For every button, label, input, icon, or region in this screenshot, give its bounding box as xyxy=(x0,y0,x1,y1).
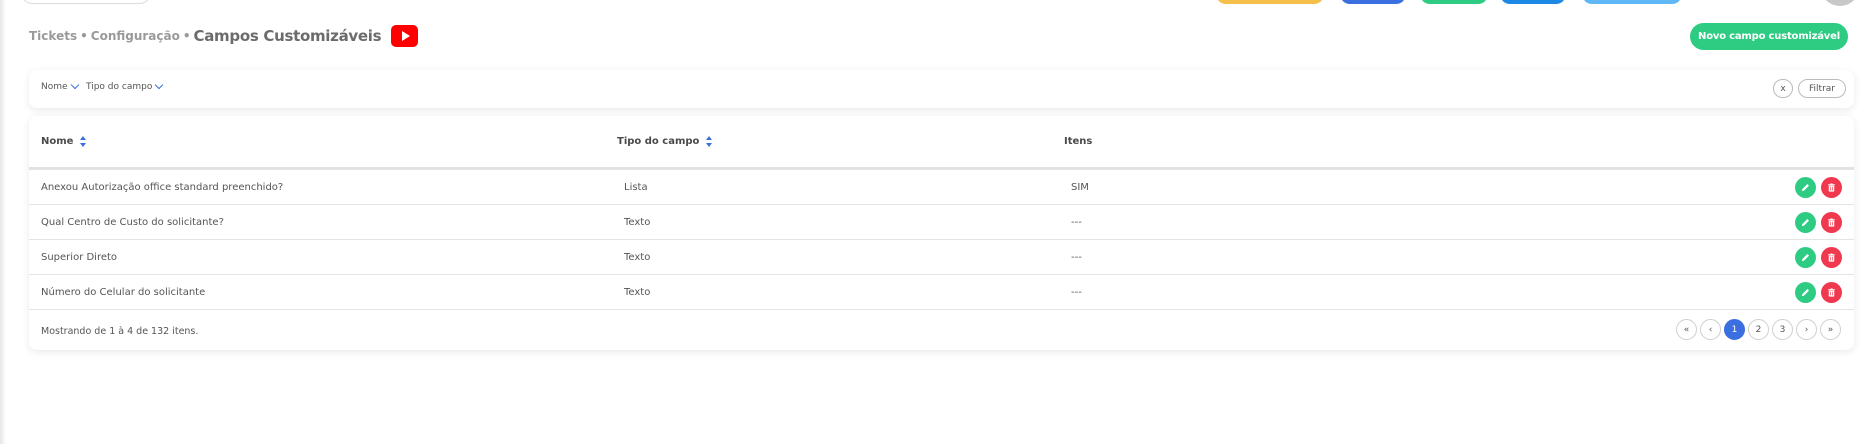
trash-icon xyxy=(1828,288,1835,297)
top-button-5[interactable] xyxy=(1582,0,1682,4)
delete-button[interactable] xyxy=(1821,177,1842,198)
pagination: « ‹ 1 2 3 › » xyxy=(1676,319,1841,340)
breadcrumb-separator: • xyxy=(80,29,88,43)
top-button-2[interactable] xyxy=(1340,0,1406,4)
pencil-icon xyxy=(1801,184,1809,192)
youtube-icon[interactable] xyxy=(391,25,419,47)
breadcrumb-configuracao[interactable]: Configuração xyxy=(91,29,180,43)
table-row: Número do Celular do solicitante Texto -… xyxy=(29,275,1854,310)
column-header-nome[interactable]: Nome xyxy=(41,136,87,147)
delete-button[interactable] xyxy=(1821,282,1842,303)
top-search-input[interactable] xyxy=(20,0,152,4)
first-page-button[interactable]: « xyxy=(1676,319,1697,340)
edit-button[interactable] xyxy=(1795,212,1816,233)
chevron-down-icon xyxy=(155,80,164,90)
breadcrumb-separator: • xyxy=(182,29,191,43)
trash-icon xyxy=(1828,218,1835,227)
edit-button[interactable] xyxy=(1795,177,1816,198)
cell-tipo: Texto xyxy=(624,217,651,228)
delete-button[interactable] xyxy=(1821,247,1842,268)
pencil-icon xyxy=(1801,289,1809,297)
column-nome-label: Nome xyxy=(41,136,74,147)
page-title: Campos Customizáveis xyxy=(193,27,382,45)
cell-itens: --- xyxy=(1071,217,1082,228)
chevron-down-icon xyxy=(70,80,79,90)
cell-tipo: Texto xyxy=(624,252,651,263)
filter-tipo-campo[interactable]: Tipo do campo xyxy=(86,80,164,92)
top-button-3[interactable] xyxy=(1420,0,1488,4)
page-button-3[interactable]: 3 xyxy=(1772,319,1793,340)
pencil-icon xyxy=(1801,219,1809,227)
column-header-itens: Itens xyxy=(1064,136,1092,147)
cell-itens: SIM xyxy=(1071,182,1089,193)
breadcrumb-tickets[interactable]: Tickets xyxy=(29,29,77,43)
next-page-button[interactable]: › xyxy=(1796,319,1817,340)
filter-nome-label: Nome xyxy=(41,82,68,92)
table-header: Nome Tipo do campo Itens xyxy=(29,116,1854,170)
avatar[interactable] xyxy=(1820,0,1860,6)
table-row: Anexou Autorização office standard preen… xyxy=(29,170,1854,205)
cell-itens: --- xyxy=(1071,287,1082,298)
prev-page-button[interactable]: ‹ xyxy=(1700,319,1721,340)
filter-nome[interactable]: Nome xyxy=(41,80,79,92)
delete-button[interactable] xyxy=(1821,212,1842,233)
breadcrumb: Tickets • Configuração • Campos Customiz… xyxy=(29,24,419,48)
cell-nome: Qual Centro de Custo do solicitante? xyxy=(41,217,224,228)
filter-tipo-label: Tipo do campo xyxy=(86,82,153,92)
column-tipo-label: Tipo do campo xyxy=(617,136,700,147)
cell-tipo: Texto xyxy=(624,287,651,298)
column-header-tipo[interactable]: Tipo do campo xyxy=(617,136,713,147)
trash-icon xyxy=(1828,253,1835,262)
edit-button[interactable] xyxy=(1795,282,1816,303)
cell-nome: Número do Celular do solicitante xyxy=(41,287,206,298)
top-button-4[interactable] xyxy=(1500,0,1566,4)
cell-itens: --- xyxy=(1071,252,1082,263)
trash-icon xyxy=(1828,183,1835,192)
top-navbar xyxy=(0,0,1876,8)
sort-icon[interactable] xyxy=(706,136,713,147)
column-itens-label: Itens xyxy=(1064,136,1093,147)
table-row: Qual Centro de Custo do solicitante? Tex… xyxy=(29,205,1854,240)
top-button-1[interactable] xyxy=(1216,0,1324,4)
cell-nome: Superior Direto xyxy=(41,252,118,263)
new-custom-field-button[interactable]: Novo campo customizável xyxy=(1690,23,1848,50)
filter-button[interactable]: Filtrar xyxy=(1798,79,1846,98)
sidebar-edge xyxy=(0,0,6,444)
pagination-summary: Mostrando de 1 à 4 de 132 itens. xyxy=(41,326,199,337)
cell-tipo: Lista xyxy=(624,182,648,193)
clear-filter-button[interactable]: x xyxy=(1773,79,1793,98)
last-page-button[interactable]: » xyxy=(1820,319,1841,340)
page-button-2[interactable]: 2 xyxy=(1748,319,1769,340)
table-row: Superior Direto Texto --- xyxy=(29,240,1854,275)
page-button-1[interactable]: 1 xyxy=(1724,319,1745,340)
edit-button[interactable] xyxy=(1795,247,1816,268)
pencil-icon xyxy=(1801,254,1809,262)
cell-nome: Anexou Autorização office standard preen… xyxy=(41,182,284,193)
sort-icon[interactable] xyxy=(80,136,87,147)
filter-bar: Nome Tipo do campo x Filtrar xyxy=(29,70,1854,108)
custom-fields-table: Nome Tipo do campo Itens Anexou Autoriza… xyxy=(29,116,1854,350)
